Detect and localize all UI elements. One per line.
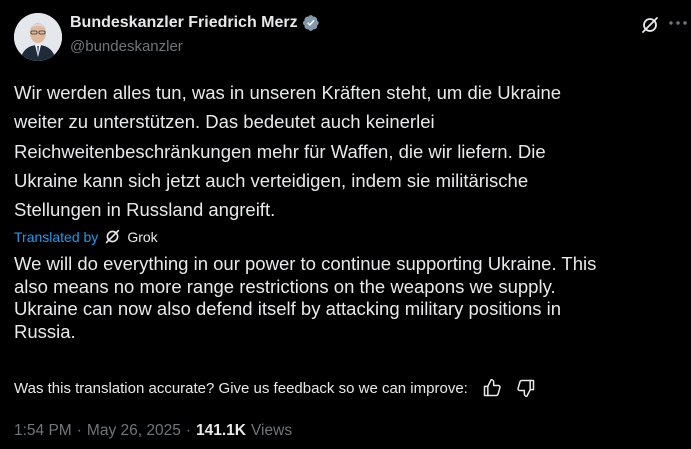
translation-line: We will do everything in our power to co… (14, 253, 597, 274)
avatar[interactable] (14, 13, 62, 61)
post-line: Wir werden alles tun, was in unseren Krä… (14, 82, 562, 103)
grok-icon (104, 228, 121, 245)
grok-icon[interactable] (640, 15, 660, 35)
author-name-row: Bundeskanzler Friedrich Merz (70, 14, 320, 32)
translation-line: also means no more range restrictions on… (14, 275, 556, 297)
translation-line: Russia. (14, 320, 76, 342)
more-dots-icon[interactable] (668, 13, 688, 33)
thumbs-down-icon[interactable] (516, 378, 536, 398)
post-line: weiter zu unterstützen. Das bedeutet auc… (14, 111, 435, 133)
author-handle[interactable]: @bundeskanzler (70, 38, 183, 55)
meta-separator: · (185, 422, 192, 439)
author-display-name[interactable]: Bundeskanzler Friedrich Merz (70, 14, 298, 32)
translated-by-row: Translated by Grok (14, 228, 158, 245)
meta-separator: · (76, 422, 82, 439)
post-line: Ukraine kann sich jetzt auch verteidigen… (14, 169, 529, 191)
post-translation-text: We will do everything in our power to co… (14, 253, 682, 343)
translation-feedback-row: Was this translation accurate? Give us f… (14, 378, 536, 398)
thumbs-up-icon[interactable] (482, 378, 502, 398)
translated-by-label[interactable]: Translated by (14, 229, 98, 245)
views-label: Views (251, 422, 293, 439)
post-original-text: Wir werden alles tun, was in unseren Krä… (14, 78, 674, 224)
avatar-photo (14, 13, 62, 61)
post-line: Reichweitenbeschränkungen mehr für Waffe… (14, 140, 546, 162)
post-meta-row: 1:54 PM · May 26, 2025 · 141.1K Views (14, 422, 292, 440)
views-count: 141.1K (196, 422, 246, 439)
verified-badge-icon[interactable] (302, 14, 320, 32)
post-date[interactable]: May 26, 2025 (87, 422, 181, 440)
translator-name: Grok (127, 228, 158, 245)
post-line: Stellungen in Russland angreift. (14, 199, 276, 221)
feedback-prompt: Was this translation accurate? Give us f… (14, 379, 468, 397)
post-time[interactable]: 1:54 PM (14, 422, 72, 440)
translation-line: Ukraine can now also defend itself by at… (14, 298, 562, 319)
